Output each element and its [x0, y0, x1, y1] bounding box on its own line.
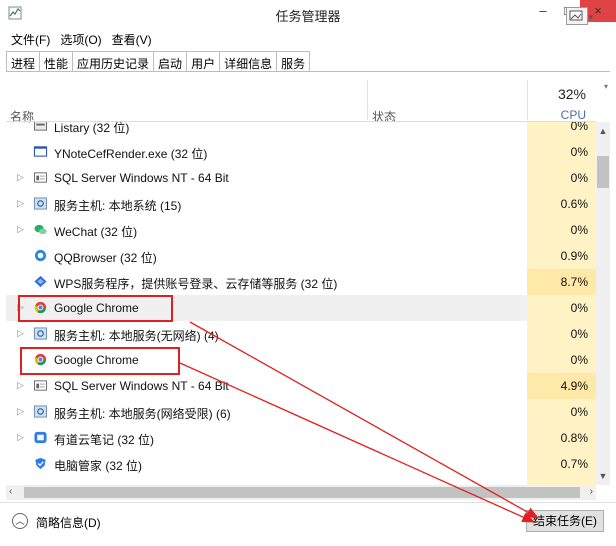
tab-users[interactable]: 用户	[187, 51, 221, 72]
column-separator[interactable]	[367, 80, 368, 120]
title-bar: 任务管理器 – □ × ▾	[0, 0, 616, 28]
snip-tool-icon[interactable]: ▾	[566, 7, 593, 25]
process-row[interactable]: ▷ SQL Server Windows NT - 64 Bit 0%	[6, 165, 596, 191]
fewer-details-link[interactable]: 简略信息(D)	[36, 514, 101, 531]
wechat-icon	[34, 224, 47, 235]
process-cpu: 8.7%	[560, 275, 588, 289]
process-cpu: 0.9%	[560, 249, 588, 263]
window-title: 任务管理器	[275, 9, 341, 24]
footer-divider	[0, 502, 616, 503]
tab-performance[interactable]: 性能	[40, 51, 74, 72]
service-host-icon	[34, 197, 47, 210]
qqbrowser-icon	[34, 249, 47, 262]
horizontal-scroll-thumb[interactable]	[24, 487, 580, 498]
horizontal-scrollbar[interactable]: ‹ ›	[6, 485, 596, 500]
menu-bar: 文件(F) 选项(O) 查看(V)	[0, 28, 616, 48]
process-row[interactable]: ▷ 服务主机: 本地服务(无网络) (4) 0%	[6, 321, 596, 347]
process-name: Listary (32 位)	[54, 122, 130, 135]
process-name: WeChat (32 位)	[54, 225, 138, 239]
wps-icon	[34, 275, 47, 288]
process-name: 有道云笔记 (32 位)	[54, 433, 155, 447]
expand-arrow-icon[interactable]: ▷	[17, 224, 24, 235]
scroll-left-icon[interactable]: ‹	[9, 486, 12, 497]
vertical-scroll-thumb[interactable]	[597, 156, 609, 188]
process-row[interactable]: 电脑管家 (32 位) 0.7%	[6, 451, 596, 477]
process-name: SQL Server Windows NT - 64 Bit	[54, 379, 229, 393]
process-row[interactable]: ▷ 有道云笔记 (32 位) 0.8%	[6, 425, 596, 451]
tab-startup[interactable]: 启动	[154, 51, 188, 72]
listary-icon	[34, 122, 47, 131]
window-icon	[33, 146, 48, 157]
column-separator[interactable]	[527, 80, 528, 120]
process-cpu: 0%	[570, 122, 588, 133]
process-name: 服务主机: 本地服务(网络受限) (6)	[54, 407, 231, 421]
process-cpu: 0%	[570, 171, 588, 185]
tab-app-history[interactable]: 应用历史记录	[73, 51, 155, 72]
process-cpu: 4.9%	[560, 379, 588, 393]
chevron-down-icon: ▾	[588, 12, 593, 22]
process-row[interactable]: QQBrowser (32 位) 0.9%	[6, 243, 596, 269]
process-cpu: 0%	[570, 405, 588, 419]
process-cpu: 0%	[570, 301, 588, 315]
process-name: QQBrowser (32 位)	[54, 251, 157, 265]
process-row[interactable]: YNoteCefRender.exe (32 位) 0%	[6, 139, 596, 165]
tab-services[interactable]: 服务	[277, 51, 311, 72]
vertical-scrollbar[interactable]: ▲ ▼	[596, 122, 610, 485]
menu-options[interactable]: 选项(O)	[55, 28, 106, 48]
annotation-box-chrome-2	[20, 347, 180, 375]
scroll-up-icon[interactable]: ▲	[596, 126, 610, 136]
process-name: SQL Server Windows NT - 64 Bit	[54, 171, 229, 185]
scroll-right-icon[interactable]: ›	[590, 486, 593, 497]
service-host-icon	[34, 405, 47, 418]
process-row[interactable]: ▷ WeChat (32 位) 0%	[6, 217, 596, 243]
tab-divider	[6, 71, 610, 72]
menu-view[interactable]: 查看(V)	[107, 28, 157, 48]
process-cpu: 0%	[570, 327, 588, 341]
scroll-down-icon[interactable]: ▼	[596, 471, 610, 481]
process-cpu: 0%	[570, 145, 588, 159]
expand-arrow-icon[interactable]: ▷	[17, 380, 24, 391]
expand-arrow-icon[interactable]: ▷	[17, 432, 24, 443]
process-row[interactable]: Listary (32 位) 0%	[6, 122, 596, 139]
expand-arrow-icon[interactable]: ▷	[17, 406, 24, 417]
process-row[interactable]: ▷ 服务主机: 本地服务(网络受限) (6) 0%	[6, 399, 596, 425]
chevron-up-icon[interactable]: ︿	[12, 513, 28, 529]
process-name: 电脑管家 (32 位)	[54, 459, 143, 473]
sql-server-icon	[34, 172, 47, 183]
minimize-button[interactable]: –	[530, 0, 556, 22]
process-name: WPS服务程序，提供账号登录、云存储等服务 (32 位)	[54, 277, 338, 291]
service-host-icon	[34, 327, 47, 340]
expand-arrow-icon[interactable]: ▷	[17, 328, 24, 339]
cpu-total-percent: 32%	[557, 86, 586, 102]
process-cpu: 0.7%	[560, 457, 588, 471]
menu-file[interactable]: 文件(F)	[6, 28, 55, 48]
process-row[interactable]: ▷ SQL Server Windows NT - 64 Bit 4.9%	[6, 373, 596, 399]
process-row[interactable]: ▷ 服务主机: 本地系统 (15) 0.6%	[6, 191, 596, 217]
process-name: 服务主机: 本地系统 (15)	[54, 199, 182, 213]
process-cpu: 0%	[570, 353, 588, 367]
process-cpu: 0.8%	[560, 431, 588, 445]
process-name: YNoteCefRender.exe (32 位)	[54, 147, 208, 161]
column-header-cpu[interactable]: CPU	[561, 108, 586, 122]
tab-details[interactable]: 详细信息	[220, 51, 278, 72]
youdao-note-icon	[34, 431, 47, 444]
process-row[interactable]: WPS服务程序，提供账号登录、云存储等服务 (32 位) 8.7%	[6, 269, 596, 295]
tab-strip: 进程 性能 应用历史记录 启动 用户 详细信息 服务	[6, 51, 311, 72]
tab-processes[interactable]: 进程	[6, 51, 41, 72]
annotation-box-chrome-1	[18, 295, 173, 322]
end-task-button[interactable]: 结束任务(E)	[526, 510, 604, 532]
expand-arrow-icon[interactable]: ▷	[17, 198, 24, 209]
image-icon	[569, 10, 583, 21]
sql-server-icon	[34, 380, 47, 391]
sort-arrow-icon: ▾	[603, 82, 608, 91]
expand-arrow-icon[interactable]: ▷	[17, 172, 24, 183]
process-cpu: 0%	[570, 223, 588, 237]
process-name: 服务主机: 本地服务(无网络) (4)	[54, 329, 219, 343]
process-cpu: 0.6%	[560, 197, 588, 211]
pc-manager-icon	[35, 457, 46, 470]
